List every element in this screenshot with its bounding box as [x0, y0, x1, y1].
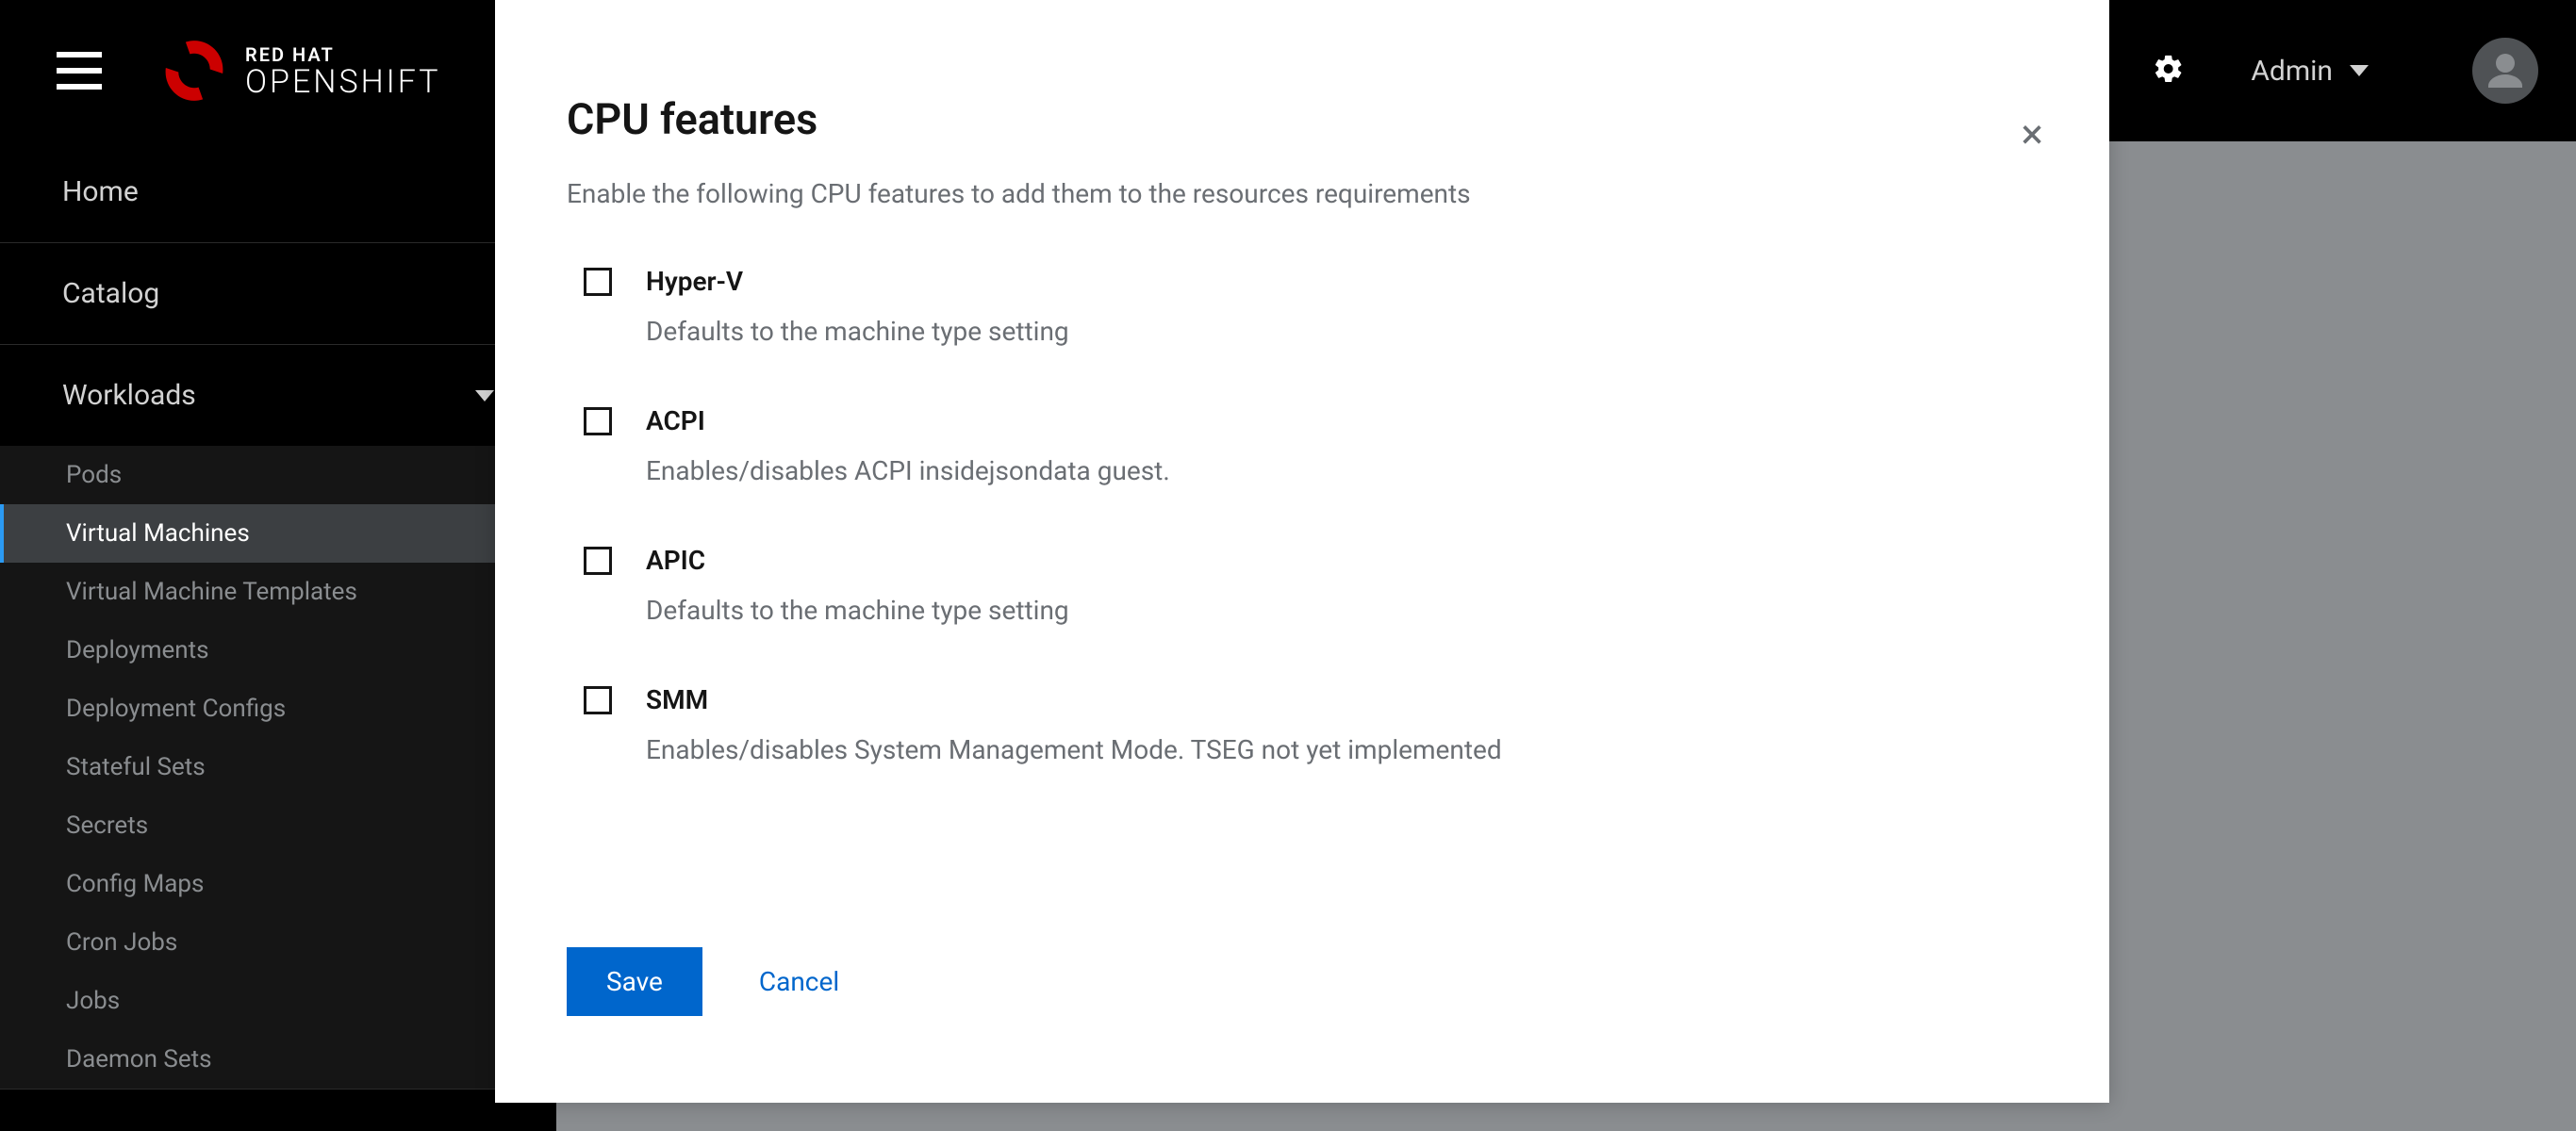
dialog-actions: Save Cancel — [567, 947, 839, 1016]
sidebar: Home Catalog Workloads Pods Virtual Mach… — [0, 141, 556, 1131]
nav-catalog-label: Catalog — [62, 277, 159, 310]
cpu-features-dialog: × CPU features Enable the following CPU … — [495, 0, 2109, 1103]
close-icon[interactable]: × — [2022, 113, 2043, 155]
nav-workloads-subitems: Pods Virtual Machines Virtual Machine Te… — [0, 446, 556, 1089]
feature-acpi-desc: Enables/disables ACPI insidejsondata gue… — [646, 455, 1170, 486]
nav-daemon-sets[interactable]: Daemon Sets — [0, 1030, 556, 1089]
app-root: RED HAT OPENSHIFT Admin Home — [0, 0, 2576, 1131]
feature-hyperv: Hyper-V Defaults to the machine type set… — [584, 266, 2038, 347]
nav-stateful-sets[interactable]: Stateful Sets — [0, 738, 556, 796]
topbar-right: Admin — [2055, 38, 2538, 104]
user-menu[interactable]: Admin — [2251, 55, 2369, 88]
redhat-logo-icon — [158, 35, 230, 107]
feature-smm-label: SMM — [646, 684, 1502, 715]
nav-jobs[interactable]: Jobs — [0, 972, 556, 1030]
brand: RED HAT OPENSHIFT — [158, 35, 441, 107]
brand-line2: OPENSHIFT — [245, 66, 441, 98]
dialog-subtitle: Enable the following CPU features to add… — [567, 178, 2038, 209]
checkbox-acpi[interactable] — [584, 407, 612, 435]
nav-home[interactable]: Home — [0, 141, 556, 242]
chevron-down-icon — [475, 390, 494, 402]
feature-acpi-label: ACPI — [646, 405, 1170, 436]
feature-apic-label: APIC — [646, 545, 1069, 576]
nav-workloads[interactable]: Workloads — [0, 345, 556, 446]
nav-pods[interactable]: Pods — [0, 446, 556, 504]
hamburger-icon[interactable] — [57, 52, 102, 90]
nav-virtual-machine-templates[interactable]: Virtual Machine Templates — [0, 563, 556, 621]
nav-cron-jobs[interactable]: Cron Jobs — [0, 913, 556, 972]
nav-config-maps[interactable]: Config Maps — [0, 855, 556, 913]
save-button[interactable]: Save — [567, 947, 702, 1016]
feature-hyperv-label: Hyper-V — [646, 266, 1069, 297]
user-label: Admin — [2251, 55, 2333, 88]
dialog-title: CPU features — [567, 94, 2038, 144]
cancel-button[interactable]: Cancel — [759, 966, 839, 997]
feature-list: Hyper-V Defaults to the machine type set… — [567, 266, 2038, 765]
nav-deployment-configs[interactable]: Deployment Configs — [0, 680, 556, 738]
feature-apic: APIC Defaults to the machine type settin… — [584, 545, 2038, 626]
feature-apic-desc: Defaults to the machine type setting — [646, 595, 1069, 626]
avatar[interactable] — [2472, 38, 2538, 104]
nav-home-label: Home — [62, 175, 139, 208]
feature-smm-desc: Enables/disables System Management Mode.… — [646, 734, 1502, 765]
checkbox-hyperv[interactable] — [584, 268, 612, 296]
nav-catalog[interactable]: Catalog — [0, 243, 556, 344]
nav-secrets[interactable]: Secrets — [0, 796, 556, 855]
gear-icon[interactable] — [2153, 53, 2185, 89]
feature-hyperv-desc: Defaults to the machine type setting — [646, 316, 1069, 347]
checkbox-apic[interactable] — [584, 547, 612, 575]
checkbox-smm[interactable] — [584, 686, 612, 714]
nav-deployments[interactable]: Deployments — [0, 621, 556, 680]
caret-down-icon — [2350, 65, 2369, 76]
feature-smm: SMM Enables/disables System Management M… — [584, 684, 2038, 765]
nav-virtual-machines[interactable]: Virtual Machines — [0, 504, 556, 563]
nav-workloads-label: Workloads — [62, 379, 196, 412]
brand-text: RED HAT OPENSHIFT — [245, 43, 441, 98]
feature-acpi: ACPI Enables/disables ACPI insidejsondat… — [584, 405, 2038, 486]
